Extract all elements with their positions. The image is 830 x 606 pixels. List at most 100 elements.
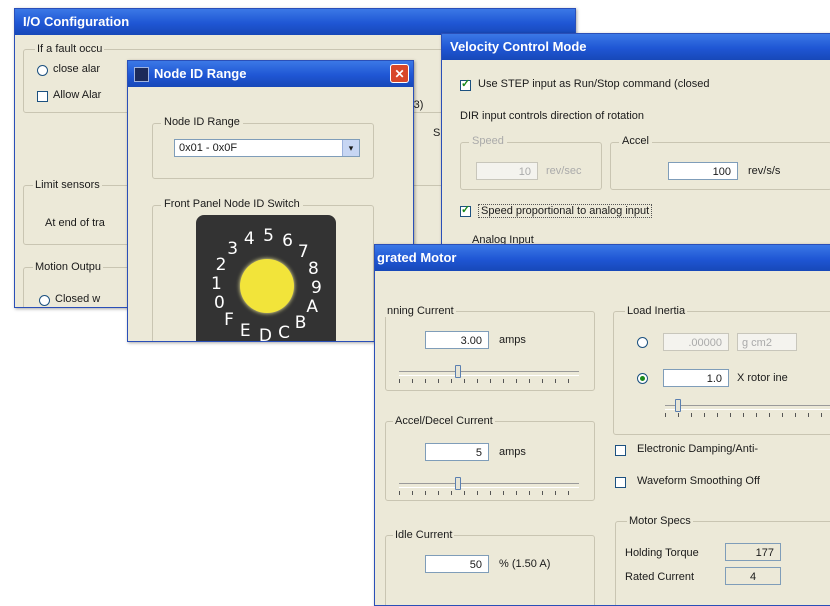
integrated-motor-window: grated Motor nning Current 3.00 amps Acc… — [374, 244, 830, 606]
switch-group-title: Front Panel Node ID Switch — [161, 198, 303, 210]
motion-output-label: Motion Outpu — [33, 261, 104, 273]
speed-proportional-label: Speed proportional to analog input — [478, 204, 653, 218]
velocity-control-window: Velocity Control Mode Use STEP input as … — [441, 33, 830, 255]
slider-ticks — [399, 379, 579, 383]
motor-window-title: grated Motor — [377, 250, 457, 265]
node-window-title: Node ID Range — [154, 66, 247, 81]
waveform-smoothing-label: Waveform Smoothing Off — [637, 475, 760, 487]
inertia-ratio-value: 1.0 — [706, 373, 722, 385]
close-alarm-label: close alar — [53, 63, 101, 75]
chevron-down-icon[interactable]: ▾ — [342, 140, 359, 156]
slider-ticks — [399, 491, 579, 495]
inertia-slider[interactable] — [665, 399, 830, 421]
motor-title-bar: grated Motor — [375, 245, 830, 271]
use-step-checkbox[interactable] — [460, 77, 471, 91]
slider-track — [665, 405, 830, 410]
dial-knob — [240, 259, 294, 313]
holding-torque-label: Holding Torque — [625, 547, 699, 559]
accel-decel-input[interactable]: 5 — [425, 443, 489, 461]
node-range-group-title: Node ID Range — [161, 116, 243, 128]
accel-value: 100 — [712, 166, 731, 178]
idle-current-unit: % (1.50 A) — [499, 558, 551, 570]
inertia-gcm2-unit-box: g cm2 — [737, 333, 797, 351]
rated-current-label: Rated Current — [625, 571, 695, 583]
running-current-input[interactable]: 3.00 — [425, 331, 489, 349]
close-alarm-radio[interactable] — [37, 65, 48, 76]
speed-input[interactable]: 10 — [476, 162, 538, 180]
accel-input[interactable]: 100 — [668, 162, 738, 180]
speed-value: 10 — [518, 166, 531, 178]
dial-digit: 6 — [282, 230, 293, 251]
running-current-value: 3.00 — [460, 335, 482, 347]
speed-proportional-checkbox[interactable] — [460, 203, 471, 217]
accel-decel-slider[interactable] — [399, 477, 579, 499]
inertia-ratio-radio[interactable] — [637, 373, 648, 384]
dial-digit: D — [258, 325, 272, 342]
idle-current-input[interactable]: 50 — [425, 555, 489, 573]
velocity-title-bar: Velocity Control Mode — [442, 34, 830, 60]
dial-digit: 1 — [211, 273, 222, 294]
io-title-bar: I/O Configuration — [15, 9, 575, 35]
motor-specs-label: Motor Specs — [627, 515, 693, 527]
load-inertia-label: Load Inertia — [625, 305, 688, 317]
accel-decel-label: Accel/Decel Current — [393, 415, 495, 427]
dial-digit: 8 — [307, 258, 319, 279]
allow-alarm-label: Allow Alar — [53, 89, 102, 101]
accel-decel-unit: amps — [499, 446, 526, 458]
dial-digit: C — [278, 322, 290, 342]
speed-unit: rev/sec — [546, 165, 582, 177]
dir-text: DIR input controls direction of rotation — [460, 110, 645, 122]
inertia-gcm2-unit: g cm2 — [742, 337, 772, 349]
node-range-value: 0x01 - 0x0F — [179, 142, 238, 154]
velocity-window-title: Velocity Control Mode — [450, 39, 587, 54]
dial-digit: 5 — [263, 226, 274, 247]
dial-digit: 9 — [310, 278, 322, 299]
io-window-title: I/O Configuration — [23, 14, 130, 29]
slider-ticks — [665, 413, 830, 417]
inertia-ratio-input[interactable]: 1.0 — [663, 369, 729, 387]
limit-sensors-label: Limit sensors — [33, 179, 102, 191]
holding-torque-box: 177 — [725, 543, 781, 561]
rated-current-box: 4 — [725, 567, 781, 585]
dial-digit: 3 — [227, 239, 239, 260]
node-id-range-window: Node ID Range ✕ Node ID Range 0x01 - 0x0… — [127, 60, 414, 342]
cut-text-2: S — [433, 127, 441, 139]
closed-radio[interactable] — [39, 295, 50, 306]
closed-label: Closed w — [55, 293, 101, 305]
accel-label: Accel — [619, 135, 652, 147]
slider-thumb[interactable] — [455, 365, 461, 378]
dial-digit: 2 — [215, 254, 227, 275]
inertia-gcm2-input[interactable]: .00000 — [663, 333, 729, 351]
close-button[interactable]: ✕ — [390, 64, 409, 83]
node-id-dial[interactable]: 0123456789ABCDEF — [196, 215, 336, 342]
slider-thumb[interactable] — [455, 477, 461, 490]
node-range-dropdown[interactable]: 0x01 - 0x0F ▾ — [174, 139, 360, 157]
end-of-travel-label: At end of tra — [45, 217, 105, 229]
running-current-unit: amps — [499, 334, 526, 346]
electronic-damping-checkbox[interactable] — [615, 445, 626, 456]
idle-current-group — [385, 535, 595, 605]
close-icon: ✕ — [394, 67, 405, 81]
slider-track — [399, 371, 579, 376]
holding-torque-value: 177 — [755, 547, 774, 559]
allow-alarm-checkbox[interactable] — [37, 91, 48, 102]
dial-digit: B — [294, 312, 307, 333]
speed-label: Speed — [469, 135, 507, 147]
motor-specs-group — [615, 521, 830, 605]
running-current-slider[interactable] — [399, 365, 579, 387]
inertia-ratio-unit: X rotor ine — [737, 372, 788, 384]
dial-digit: E — [239, 321, 251, 342]
app-icon — [134, 67, 149, 82]
rated-current-value: 4 — [749, 571, 757, 583]
dial-digit: A — [306, 297, 318, 318]
idle-current-value: 50 — [469, 559, 482, 571]
inertia-gcm2-radio[interactable] — [637, 337, 648, 348]
accel-unit: rev/s/s — [748, 165, 781, 177]
use-step-label: Use STEP input as Run/Stop command (clos… — [478, 78, 710, 90]
waveform-smoothing-checkbox[interactable] — [615, 477, 626, 488]
accel-decel-value: 5 — [475, 447, 482, 459]
slider-thumb[interactable] — [675, 399, 681, 412]
dial-digit: 4 — [243, 229, 255, 249]
inertia-gcm2-value: .00000 — [688, 337, 722, 349]
fault-text: If a fault occu — [35, 43, 105, 55]
